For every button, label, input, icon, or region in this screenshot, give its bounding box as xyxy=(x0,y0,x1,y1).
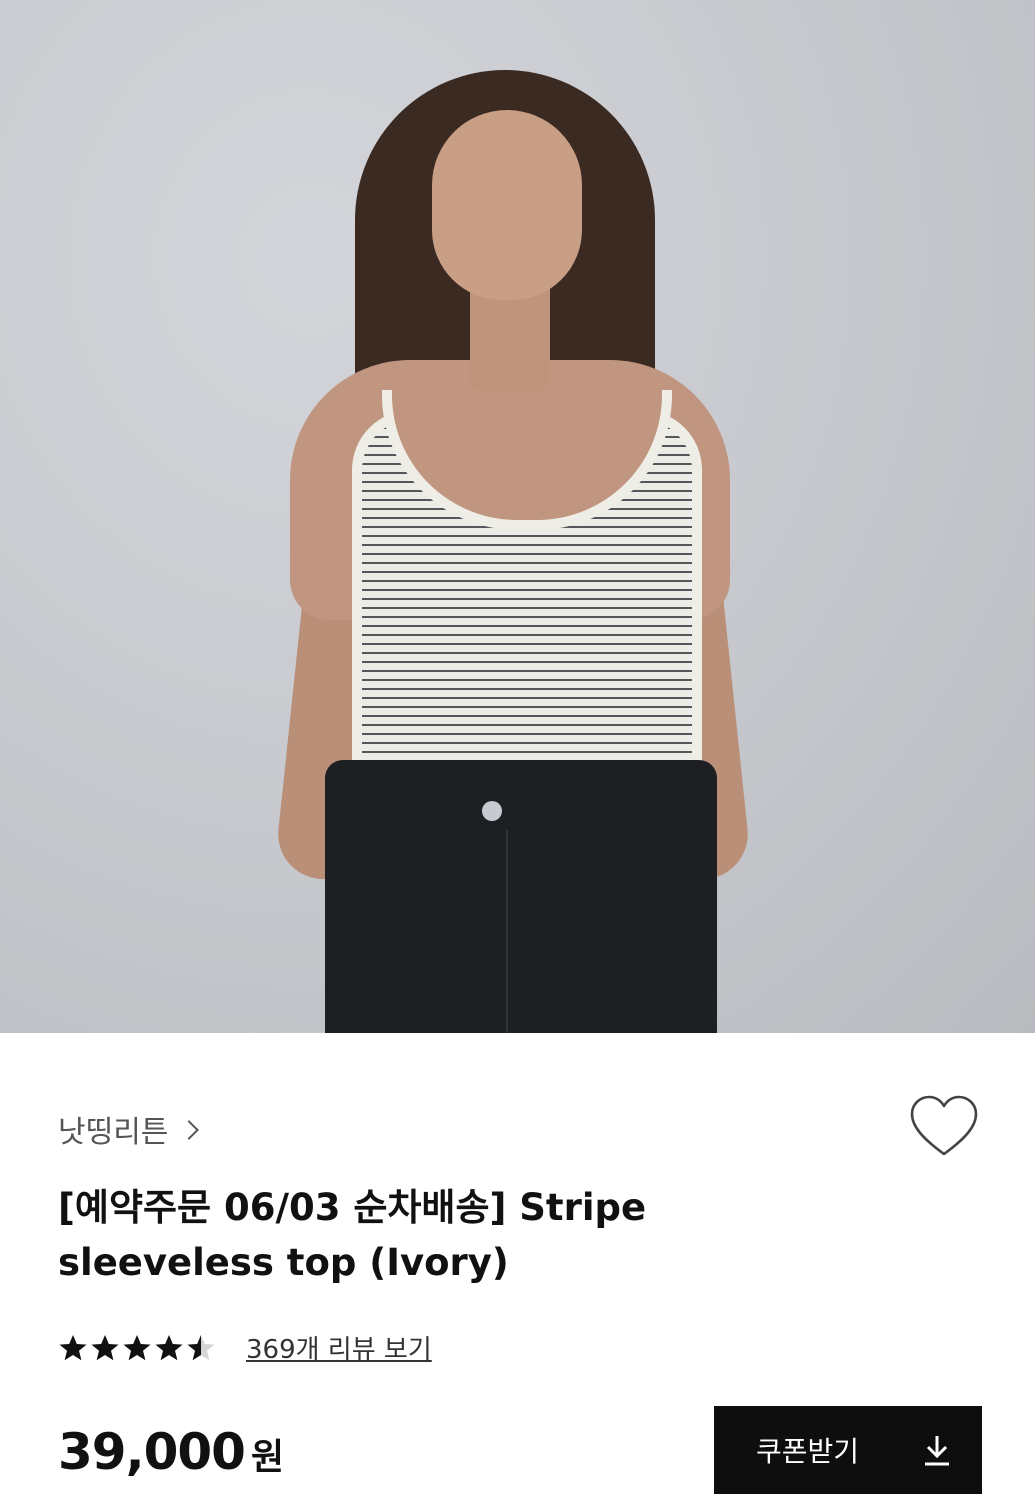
star-icon xyxy=(123,1334,151,1360)
chevron-right-icon xyxy=(179,1120,200,1140)
star-icon xyxy=(187,1334,215,1360)
product-title: [예약주문 06/03 순차배송] Stripe sleeveless top … xyxy=(58,1180,778,1290)
star-icon xyxy=(59,1334,87,1360)
photo-skirt-button xyxy=(482,801,502,821)
download-icon xyxy=(925,1436,949,1466)
price: 39,000 원 xyxy=(58,1423,284,1481)
heart-outline-icon[interactable] xyxy=(908,1094,980,1160)
star-rating xyxy=(58,1333,216,1363)
brand-name: 낫띵리튼 xyxy=(58,1115,169,1150)
product-title-line-2: sleeveless top (Ivory) xyxy=(58,1241,509,1284)
price-currency: 원 xyxy=(250,1437,285,1478)
price-number: 39,000 xyxy=(58,1423,246,1481)
coupon-button[interactable]: 쿠폰받기 xyxy=(714,1406,982,1494)
brand-link[interactable]: 낫띵리튼 xyxy=(58,1107,200,1151)
product-image[interactable] xyxy=(0,0,1035,1033)
reviews-link[interactable]: 369개 리뷰 보기 xyxy=(246,1329,432,1366)
rating-row: 369개 리뷰 보기 xyxy=(58,1329,432,1366)
coupon-button-label: 쿠폰받기 xyxy=(756,1435,860,1468)
photo-skirt-seam xyxy=(506,830,508,1033)
product-title-line-1: [예약주문 06/03 순차배송] Stripe xyxy=(58,1186,647,1229)
photo-skirt xyxy=(325,760,717,1033)
photo-face xyxy=(432,110,582,300)
star-icon xyxy=(91,1334,119,1360)
star-icon xyxy=(155,1334,183,1360)
